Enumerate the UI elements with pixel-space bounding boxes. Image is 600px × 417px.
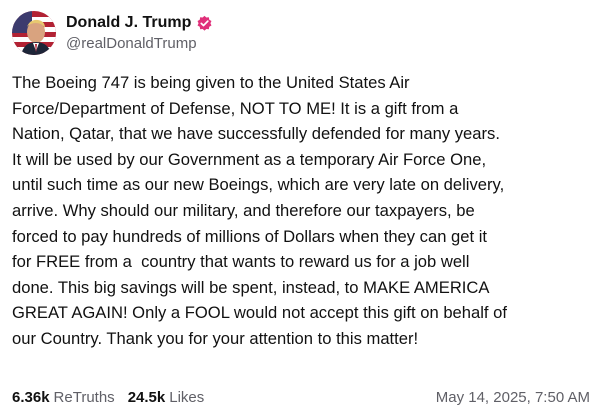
likes-label[interactable]: Likes	[169, 389, 204, 406]
author-display-name[interactable]: Donald J. Trump	[66, 13, 191, 32]
retruths-count[interactable]: 6.36k	[12, 389, 50, 406]
post-card: Donald J. Trump @realDonaldTrump The Boe…	[0, 0, 600, 417]
author-name-row: Donald J. Trump	[66, 13, 213, 32]
verified-check-icon	[196, 15, 213, 32]
avatar[interactable]	[12, 11, 56, 55]
post-header: Donald J. Trump @realDonaldTrump	[12, 8, 588, 58]
author-handle[interactable]: @realDonaldTrump	[66, 35, 213, 53]
post-text: The Boeing 747 is being given to the Uni…	[12, 73, 507, 348]
likes-count[interactable]: 24.5k	[128, 389, 166, 406]
author-info: Donald J. Trump @realDonaldTrump	[66, 13, 213, 52]
avatar-image	[12, 11, 56, 55]
post-timestamp[interactable]: May 14, 2025, 7:50 AM	[436, 389, 590, 406]
retruths-label[interactable]: ReTruths	[54, 389, 115, 406]
post-footer: 6.36k ReTruths 24.5k Likes May 14, 2025,…	[12, 389, 590, 406]
